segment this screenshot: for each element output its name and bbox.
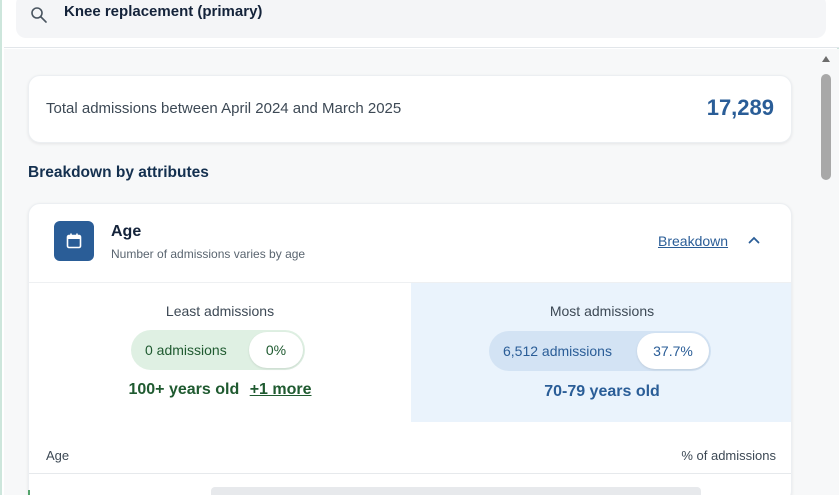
calendar-icon — [54, 221, 94, 261]
total-admissions-card: Total admissions between April 2024 and … — [28, 75, 792, 143]
scroll-thumb[interactable] — [821, 74, 831, 180]
table-row-bar — [211, 487, 701, 495]
attribute-subtitle: Number of admissions varies by age — [111, 247, 306, 261]
scroll-up-icon[interactable] — [822, 56, 830, 62]
total-admissions-value: 17,289 — [706, 95, 774, 120]
scrollbar[interactable] — [819, 52, 833, 495]
col-header-percent: % of admissions — [681, 448, 776, 463]
search-icon — [31, 7, 47, 23]
least-admissions-heading: Least admissions — [165, 303, 275, 319]
attribute-title: Age — [111, 223, 142, 240]
most-admissions-heading: Most admissions — [549, 303, 655, 319]
col-header-age: Age — [46, 448, 70, 463]
least-admissions-count: 0 admissions — [145, 342, 227, 358]
search-input[interactable]: Knee replacement (primary) — [16, 0, 826, 38]
search-header: Knee replacement (primary) — [4, 0, 839, 48]
breakdown-link[interactable]: Breakdown — [658, 233, 728, 249]
most-admissions-group: 70-79 years old — [544, 383, 660, 400]
section-title: Breakdown by attributes — [28, 164, 209, 181]
chevron-up-icon[interactable] — [748, 236, 760, 244]
least-admissions-pill: 0 admissions 0% — [131, 330, 305, 370]
more-groups-link[interactable]: +1 more — [250, 381, 312, 398]
least-admissions-panel: Least admissions 0 admissions 0% 100+ ye… — [29, 283, 411, 422]
row-indicator — [28, 490, 30, 495]
most-admissions-percent: 37.7% — [637, 333, 709, 369]
least-admissions-percent: 0% — [249, 332, 303, 368]
most-admissions-count: 6,512 admissions — [503, 343, 612, 359]
total-admissions-label: Total admissions between April 2024 and … — [46, 100, 402, 117]
search-value: Knee replacement (primary) — [64, 3, 263, 20]
age-table-header: Age % of admissions — [29, 434, 791, 474]
most-admissions-panel: Most admissions 6,512 admissions 37.7% 7… — [411, 283, 791, 422]
admissions-stats: Least admissions 0 admissions 0% 100+ ye… — [29, 282, 791, 422]
app-frame: Knee replacement (primary) Total admissi… — [0, 0, 839, 495]
least-admissions-group: 100+ years old +1 more — [29, 381, 411, 399]
age-attribute-card: Age Number of admissions varies by age B… — [28, 203, 792, 495]
most-admissions-pill: 6,512 admissions 37.7% — [489, 331, 711, 371]
least-group-label: 100+ years old — [128, 381, 240, 398]
